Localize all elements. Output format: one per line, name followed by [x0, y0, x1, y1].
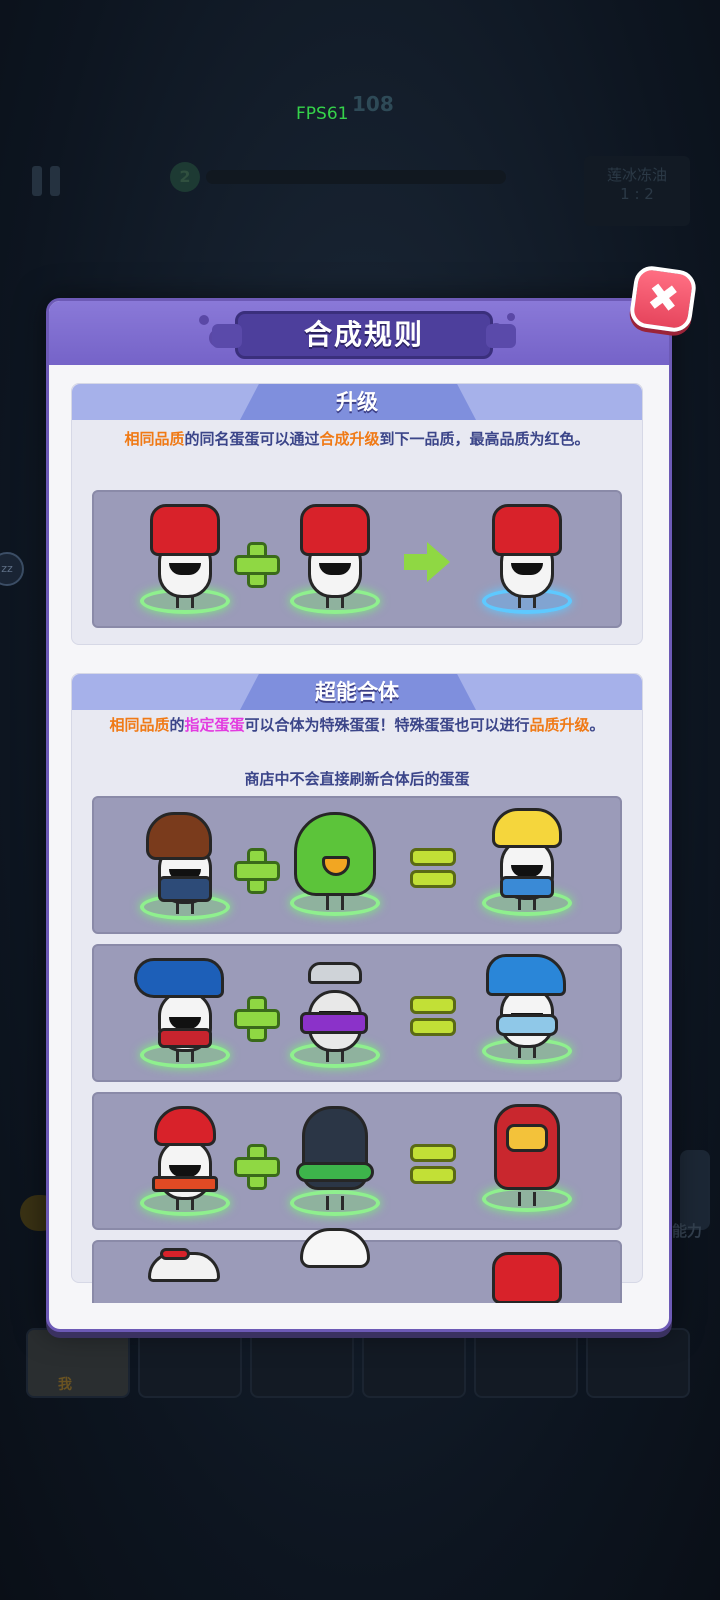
wave-number: 2 [170, 162, 200, 192]
desc-text: 可以合体为特殊蛋蛋！特殊蛋蛋也可以进行 [244, 716, 530, 734]
highlight-text: 相同品质 [109, 716, 170, 734]
mode-label: 莲冰冻油 [606, 166, 667, 184]
blue-ponytail-egg-icon [134, 954, 234, 1074]
fusion-recipe-card [92, 1228, 622, 1303]
sleep-bubble: zz [0, 552, 24, 586]
merge-rules-dialog: 合成规则 升级 相同品质的同名蛋蛋可以通过合成升级到下一品质，最高品质为红色。 [46, 298, 672, 1332]
green-leaf-bird-egg-icon [286, 802, 384, 922]
equals-icon [410, 1144, 456, 1184]
ability-label: 能力 [671, 1222, 702, 1240]
red-haired-egg-upgraded-icon [478, 500, 576, 620]
section-header: 超能合体 [72, 674, 642, 710]
red-haired-egg-icon [286, 500, 384, 620]
equals-icon [410, 848, 456, 888]
highlight-text: 合成升级 [319, 430, 380, 448]
decor-dot [199, 315, 209, 325]
highlight-text: 指定蛋蛋 [184, 716, 245, 734]
red-boxer-egg-icon [136, 1102, 234, 1222]
wave-progress: 2 [170, 162, 540, 192]
unit-slot [250, 1328, 354, 1398]
dark-hooded-egg-icon [286, 1102, 384, 1222]
desc-text: 到下一品质，最高品质为红色。 [379, 430, 590, 448]
arrow-right-icon [404, 542, 450, 582]
red-haired-egg-icon [478, 1246, 576, 1303]
fusion-recipe-card [92, 1092, 622, 1230]
fusion-description: 相同品质的指定蛋蛋可以合体为特殊蛋蛋！特殊蛋蛋也可以进行品质升级。 [72, 712, 642, 739]
upgrade-section: 升级 相同品质的同名蛋蛋可以通过合成升级到下一品质，最高品质为红色。 [71, 383, 643, 645]
section-header: 升级 [72, 384, 642, 420]
blue-spiky-hair-egg-icon [478, 950, 576, 1070]
equals-icon [410, 996, 456, 1036]
dialog-header: 合成规则 [49, 301, 669, 365]
fusion-section: 超能合体 相同品质的指定蛋蛋可以合体为特殊蛋蛋！特殊蛋蛋也可以进行品质升级。 商… [71, 673, 643, 1303]
rules-scroll-area[interactable]: 升级 相同品质的同名蛋蛋可以通过合成升级到下一品质，最高品质为红色。 超能合体 … [71, 383, 643, 1303]
title-plate: 合成规则 [212, 311, 516, 359]
unit-slot [586, 1328, 690, 1398]
unit-slot: 我 [26, 1328, 130, 1398]
wave-bar [206, 170, 506, 184]
upgrade-example-card [92, 490, 622, 628]
unit-slots: 我 [26, 1328, 696, 1398]
desc-text: 的 [169, 716, 185, 734]
pause-icon [26, 160, 68, 202]
upgrade-description: 相同品质的同名蛋蛋可以通过合成升级到下一品质，最高品质为红色。 [72, 426, 642, 453]
fusion-note: 商店中不会直接刷新合体后的蛋蛋 [244, 770, 470, 788]
plus-icon [234, 848, 280, 894]
highlight-text: 相同品质 [124, 430, 185, 448]
brown-hair-jacket-egg-icon [136, 806, 234, 926]
section-title: 升级 [336, 390, 378, 414]
dialog-title: 合成规则 [303, 318, 424, 351]
white-cap-egg-icon [136, 1246, 234, 1303]
unit-slot [138, 1328, 242, 1398]
mode-panel: 莲冰冻油 1 : 2 [584, 156, 690, 226]
plus-icon [234, 1144, 280, 1190]
blonde-horn-egg-icon [478, 802, 576, 922]
fusion-recipe-card [92, 796, 622, 934]
fps-counter: FPS61 [296, 104, 349, 124]
highlight-text: 品质升级 [529, 716, 590, 734]
red-iron-armor-egg-icon [478, 1098, 576, 1218]
plus-icon [234, 542, 280, 588]
desc-text: 的同名蛋蛋可以通过 [184, 430, 320, 448]
decor-dot [507, 313, 515, 321]
mode-sub: 1 : 2 [620, 185, 654, 203]
ability-panel [680, 1150, 710, 1230]
score-counter: 108 [352, 92, 394, 116]
slot-label: 我 [58, 1377, 72, 1393]
unit-slot [362, 1328, 466, 1398]
chef-hat-egg-icon [286, 1228, 384, 1303]
close-button[interactable]: ✖ [627, 263, 699, 335]
fusion-recipe-card [92, 944, 622, 1082]
plus-icon [234, 996, 280, 1042]
unit-slot [474, 1328, 578, 1398]
red-haired-egg-icon [136, 500, 234, 620]
close-icon: ✖ [644, 274, 682, 323]
desc-text: 。 [589, 716, 605, 734]
section-title: 超能合体 [315, 680, 399, 704]
purple-ninja-egg-icon [286, 954, 384, 1074]
